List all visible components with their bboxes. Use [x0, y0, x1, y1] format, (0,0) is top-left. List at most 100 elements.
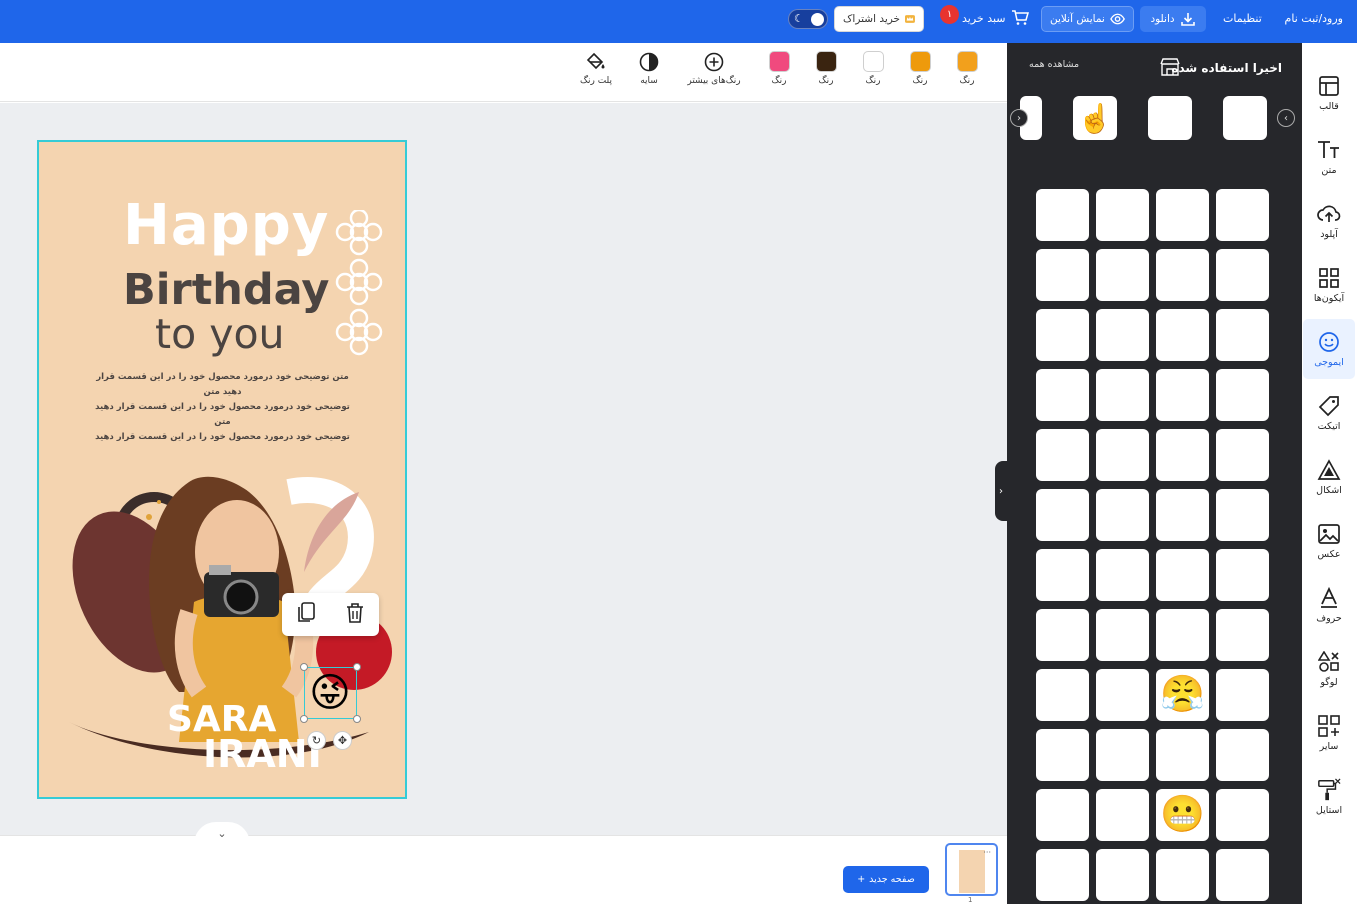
emoji-option[interactable]: 😑: [1096, 369, 1149, 421]
color-palette-button[interactable]: پلت رنگ: [574, 51, 618, 86]
color-swatch-3[interactable]: رنگ: [851, 51, 895, 86]
emoji-option[interactable]: 😏: [1216, 429, 1269, 481]
recent-emoji[interactable]: 😍: [1148, 96, 1192, 140]
emoji-option[interactable]: 😤: [1156, 669, 1209, 721]
emoji-option[interactable]: 😗: [1036, 489, 1089, 541]
emoji-option[interactable]: 😒: [1096, 429, 1149, 481]
rail-item-shapes[interactable]: اشکال: [1303, 447, 1355, 507]
resize-handle[interactable]: [353, 663, 361, 671]
cart-button[interactable]: سبد خرید: [962, 0, 1029, 36]
emoji-option[interactable]: 😰: [1036, 849, 1089, 901]
login-link[interactable]: ورود/ثبت نام: [1285, 0, 1343, 36]
page-thumbnail[interactable]: ···: [945, 843, 998, 896]
emoji-option[interactable]: 😥: [1096, 669, 1149, 721]
rail-item-text[interactable]: متن: [1303, 127, 1355, 187]
chevron-left-icon[interactable]: ‹: [1277, 109, 1295, 127]
rail-item-letters[interactable]: حروف: [1303, 575, 1355, 635]
emoji-option[interactable]: 😛: [1036, 549, 1089, 601]
online-preview-button[interactable]: نمایش آنلاین: [1041, 6, 1134, 32]
emoji-option[interactable]: 😞: [1216, 669, 1269, 721]
headline-birthday[interactable]: Birthday: [123, 265, 329, 315]
settings-link[interactable]: تنظیمات: [1223, 0, 1262, 36]
description-text[interactable]: متن توضیحی خود درمورد محصول خود را در ای…: [95, 370, 350, 445]
recent-emoji[interactable]: 😜: [1223, 96, 1267, 140]
emoji-option[interactable]: 😄: [1216, 249, 1269, 301]
headline-to-you[interactable]: to you: [155, 310, 285, 358]
emoji-option[interactable]: 😢: [1216, 729, 1269, 781]
color-swatch-1[interactable]: رنگ: [945, 51, 989, 86]
rail-item-more[interactable]: سایر: [1303, 703, 1355, 763]
emoji-option[interactable]: 😯: [1156, 849, 1209, 901]
emoji-option[interactable]: 😔: [1216, 489, 1269, 541]
color-swatch-5[interactable]: رنگ: [757, 51, 801, 86]
rail-item-icons[interactable]: آیکون‌ها: [1303, 255, 1355, 315]
emoji-option[interactable]: 😀: [1096, 189, 1149, 241]
emoji-option[interactable]: 😜: [1096, 549, 1149, 601]
emoji-option[interactable]: 😫: [1096, 789, 1149, 841]
emoji-option[interactable]: 😪: [1036, 789, 1089, 841]
emoji-option[interactable]: 😋: [1036, 309, 1089, 361]
resize-handle[interactable]: [300, 663, 308, 671]
emoji-option[interactable]: 😟: [1036, 609, 1089, 661]
emoji-option[interactable]: 😅: [1216, 189, 1269, 241]
shadow-button[interactable]: سایه: [627, 51, 671, 86]
emoji-option[interactable]: 😐: [1036, 369, 1089, 421]
resize-handle[interactable]: [300, 715, 308, 723]
name-last[interactable]: IRANI: [203, 732, 322, 776]
emoji-option[interactable]: 😓: [1036, 429, 1089, 481]
resize-handle[interactable]: [353, 715, 361, 723]
rail-item-style[interactable]: استایل: [1303, 767, 1355, 827]
collapse-panel-handle[interactable]: ›: [995, 461, 1007, 521]
rail-item-photo[interactable]: عکس: [1303, 511, 1355, 571]
emoji-option[interactable]: 😁: [1156, 189, 1209, 241]
emoji-option[interactable]: 😖: [1216, 549, 1269, 601]
emoji-option[interactable]: 😠: [1096, 609, 1149, 661]
emoji-option[interactable]: 😂: [1156, 249, 1209, 301]
color-swatch-4[interactable]: رنگ: [804, 51, 848, 86]
recent-emoji[interactable]: ☝️: [1073, 96, 1117, 140]
emoji-option[interactable]: 😆: [1216, 309, 1269, 361]
emoji-option[interactable]: 😉: [1096, 249, 1149, 301]
duplicate-icon[interactable]: [296, 601, 316, 628]
emoji-option[interactable]: 😍: [1156, 309, 1209, 361]
emoji-option[interactable]: 😚: [1216, 609, 1269, 661]
emoji-option[interactable]: 😧: [1096, 729, 1149, 781]
more-options-icon[interactable]: ···: [983, 848, 991, 857]
chevron-right-icon[interactable]: ›: [1010, 109, 1028, 127]
emoji-option[interactable]: 😊: [1216, 369, 1269, 421]
move-icon[interactable]: ✥: [333, 731, 352, 750]
headline-happy[interactable]: Happy: [123, 193, 329, 258]
emoji-option[interactable]: 😘: [1156, 369, 1209, 421]
rotate-icon[interactable]: ↻: [307, 731, 326, 750]
emoji-option[interactable]: 😙: [1096, 489, 1149, 541]
more-colors-button[interactable]: رنگ‌های بیشتر: [686, 51, 742, 86]
emoji-option[interactable]: 😇: [1036, 249, 1089, 301]
emoji-option[interactable]: 😃: [1036, 189, 1089, 241]
emoji-option[interactable]: 😮: [1096, 849, 1149, 901]
emoji-option[interactable]: 😣: [1036, 669, 1089, 721]
emoji-option[interactable]: 😌: [1096, 309, 1149, 361]
buy-subscription-button[interactable]: خرید اشتراک: [834, 6, 924, 32]
selected-emoji-element[interactable]: 😜: [300, 663, 361, 723]
emoji-option[interactable]: 😩: [1216, 789, 1269, 841]
rail-item-template[interactable]: قالب: [1303, 63, 1355, 123]
emoji-option[interactable]: 😡: [1156, 609, 1209, 661]
dark-mode-toggle[interactable]: ☾: [788, 9, 828, 29]
trash-icon[interactable]: [345, 602, 365, 628]
see-all-link[interactable]: مشاهده همه: [1029, 59, 1079, 70]
download-button[interactable]: دانلود: [1140, 6, 1206, 32]
rail-item-upload[interactable]: آپلود: [1303, 191, 1355, 251]
emoji-option[interactable]: 😝: [1156, 549, 1209, 601]
emoji-option[interactable]: 😎: [1156, 429, 1209, 481]
emoji-option[interactable]: 😦: [1156, 729, 1209, 781]
canvas-area[interactable]: Happy Birthday to you متن توضیحی خود درم…: [0, 103, 1007, 835]
emoji-option[interactable]: 😕: [1156, 489, 1209, 541]
color-swatch-2[interactable]: رنگ: [898, 51, 942, 86]
rail-item-logo[interactable]: لوگو: [1303, 639, 1355, 699]
emoji-option[interactable]: 😬: [1156, 789, 1209, 841]
rail-item-tag[interactable]: اتیکت: [1303, 383, 1355, 443]
emoji-option[interactable]: 😮: [1216, 849, 1269, 901]
new-page-button[interactable]: + صفحه جدید: [843, 866, 929, 893]
rail-item-emoji[interactable]: ایموجی: [1303, 319, 1355, 379]
emoji-option[interactable]: 😨: [1036, 729, 1089, 781]
